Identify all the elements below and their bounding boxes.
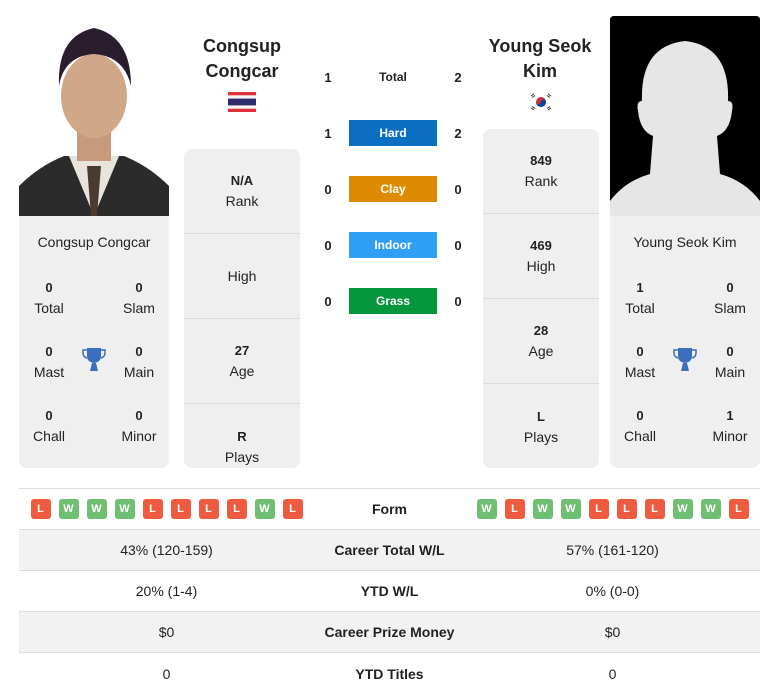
player2-rank: 849 Rank	[483, 129, 599, 214]
player2-name-link[interactable]: Young Seok Kim	[465, 34, 615, 84]
form-loss-badge[interactable]: L	[142, 499, 163, 519]
row-label: YTD W/L	[360, 583, 419, 599]
h2h-hard-p1: 1	[324, 125, 332, 141]
player2-ytd-wl: 0% (0-0)	[585, 583, 640, 599]
player1-titles-mast: 0 Mast	[33, 344, 65, 380]
player1-form: LWWWLLLLWL	[19, 499, 314, 519]
h2h-grass-row: 0 Grass 0	[318, 288, 468, 314]
row-label: Career Prize Money	[324, 624, 455, 640]
player1-summary-card: Congsup Congcar 0 Total 0 Slam 0 Mast 0 Main…	[19, 216, 169, 468]
form-row: LWWWLLLLWL Form WLWWLLLWWL	[19, 489, 760, 530]
h2h-total-p2: 2	[454, 69, 462, 85]
player1-plays: R Plays	[224, 428, 260, 465]
trophy-icon	[82, 348, 106, 371]
trophy-icon	[673, 348, 697, 371]
player1-ytd-titles: 0	[162, 665, 171, 682]
h2h-total-row: 1 Total 2	[318, 64, 468, 90]
player2-plays: L Plays	[523, 408, 559, 445]
surface-hard-badge[interactable]: Hard	[349, 120, 437, 146]
player1-name-link[interactable]: Congsup Congcar	[167, 34, 317, 84]
player2-career-wl: 57% (161-120)	[566, 542, 659, 558]
form-win-badge[interactable]: W	[672, 499, 693, 519]
player1-prize-money: $0	[158, 624, 175, 640]
form-win-badge[interactable]: W	[700, 499, 721, 519]
player1-age: 27 Age	[184, 319, 300, 404]
player1-titles-total: 0 Total	[34, 280, 64, 316]
form-loss-badge[interactable]: L	[504, 499, 525, 519]
player2-stats-column: 849 Rank 469 High 28 Age L Plays	[483, 129, 599, 468]
h2h-indoor-p2: 0	[454, 237, 462, 253]
form-loss-badge[interactable]: L	[198, 499, 219, 519]
h2h-hard-row: 1 Hard 2	[318, 120, 468, 146]
table-row: $0 Career Prize Money $0	[19, 612, 760, 653]
h2h-clay-p1: 0	[324, 181, 332, 197]
form-win-badge[interactable]: W	[476, 499, 497, 519]
player2-ytd-titles: 0	[608, 665, 617, 682]
form-loss-badge[interactable]: L	[30, 499, 51, 519]
h2h-indoor-p1: 0	[324, 237, 332, 253]
player2-photo	[610, 16, 760, 216]
form-win-badge[interactable]: W	[532, 499, 553, 519]
table-row: 0 YTD Titles 0	[19, 653, 760, 694]
player1-high: High	[184, 234, 300, 319]
player1-titles-chall: 0 Chall	[33, 408, 65, 444]
surface-grass-badge[interactable]: Grass	[349, 288, 437, 314]
player1-photo	[19, 16, 169, 216]
table-row: 20% (1-4) YTD W/L 0% (0-0)	[19, 571, 760, 612]
player1-titles-main: 0 Main	[123, 344, 155, 380]
h2h-total-label: Total	[379, 70, 407, 84]
form-label: Form	[372, 501, 407, 517]
form-win-badge[interactable]: W	[114, 499, 135, 519]
player2-titles-chall: 0 Chall	[624, 408, 656, 444]
surface-clay-badge[interactable]: Clay	[349, 176, 437, 202]
h2h-indoor-row: 0 Indoor 0	[318, 232, 468, 258]
player2-titles-minor: 1 Minor	[712, 408, 748, 444]
player2-titles-total: 1 Total	[625, 280, 655, 316]
row-label: Career Total W/L	[334, 542, 445, 558]
player2-summary-card: Young Seok Kim 1 Total 0 Slam 0 Mast 0 Main …	[610, 216, 760, 468]
h2h-hard-p2: 2	[454, 125, 462, 141]
player2-titles-mast: 0 Mast	[624, 344, 656, 380]
form-loss-badge[interactable]: L	[170, 499, 191, 519]
form-loss-badge[interactable]: L	[226, 499, 247, 519]
form-loss-badge[interactable]: L	[588, 499, 609, 519]
surface-indoor-badge[interactable]: Indoor	[349, 232, 437, 258]
player2-card-name: Young Seok Kim	[633, 234, 737, 250]
player2-high: 469 High	[483, 214, 599, 299]
player1-rank: N/A Rank	[184, 149, 300, 234]
form-win-badge[interactable]: W	[86, 499, 107, 519]
player1-card-name: Congsup Congcar	[37, 234, 151, 250]
h2h-grass-p1: 0	[324, 293, 332, 309]
h2h-grass-p2: 0	[454, 293, 462, 309]
player1-titles-minor: 0 Minor	[121, 408, 157, 444]
player2-form: WLWWLLLWWL	[465, 499, 760, 519]
player2-titles-slam: 0 Slam	[714, 280, 746, 316]
player1-career-wl: 43% (120-159)	[120, 542, 213, 558]
h2h-clay-row: 0 Clay 0	[318, 176, 468, 202]
player2-age: 28 Age	[483, 299, 599, 384]
player1-stats-column: N/A Rank High 27 Age R Plays	[184, 149, 300, 468]
form-loss-badge[interactable]: L	[282, 499, 303, 519]
form-win-badge[interactable]: W	[254, 499, 275, 519]
player2-titles-main: 0 Main	[714, 344, 746, 380]
form-win-badge[interactable]: W	[58, 499, 79, 519]
thailand-flag-icon	[228, 92, 256, 112]
h2h-clay-p2: 0	[454, 181, 462, 197]
form-loss-badge[interactable]: L	[644, 499, 665, 519]
south-korea-flag-icon	[527, 92, 555, 112]
player2-prize-money: $0	[604, 624, 621, 640]
form-loss-badge[interactable]: L	[728, 499, 749, 519]
form-loss-badge[interactable]: L	[616, 499, 637, 519]
player1-titles-slam: 0 Slam	[123, 280, 155, 316]
player1-ytd-wl: 20% (1-4)	[135, 583, 198, 599]
form-win-badge[interactable]: W	[560, 499, 581, 519]
row-label: YTD Titles	[355, 665, 424, 682]
h2h-total-p1: 1	[324, 69, 332, 85]
table-row: 43% (120-159) Career Total W/L 57% (161-…	[19, 530, 760, 571]
comparison-table: LWWWLLLLWL Form WLWWLLLWWL 43% (120-159)…	[19, 488, 760, 694]
